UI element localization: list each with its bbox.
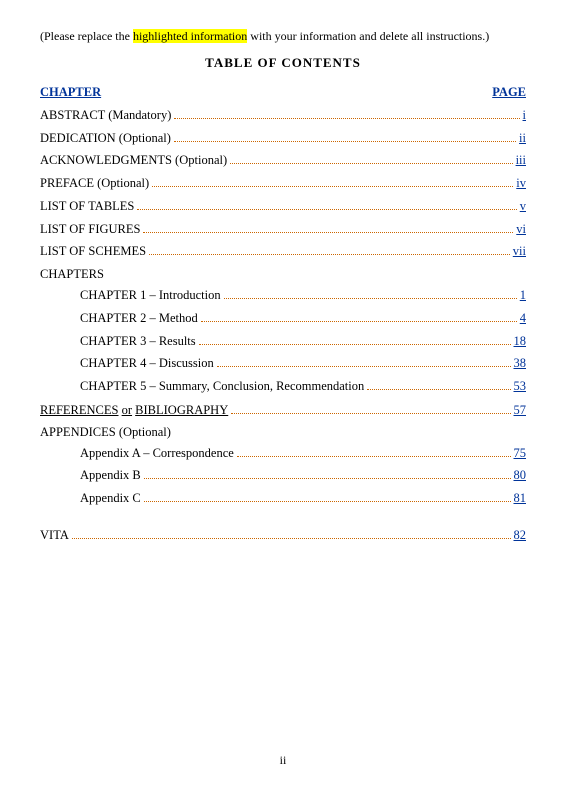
chapter2-page: 4 bbox=[520, 309, 526, 328]
toc-title: TABLE OF CONTENTS bbox=[40, 55, 526, 71]
toc-entry-appendix-b: Appendix B 80 bbox=[80, 466, 526, 485]
page: (Please replace the highlighted informat… bbox=[0, 0, 566, 786]
entry-dedication-page: ii bbox=[519, 129, 526, 148]
entry-list-tables-page: v bbox=[520, 197, 526, 216]
toc-entry-chapter3: CHAPTER 3 – Results 18 bbox=[80, 332, 526, 351]
toc-entry-appendix-a: Appendix A – Correspondence 75 bbox=[80, 444, 526, 463]
references-label: REFERENCES bbox=[40, 403, 119, 417]
chapter5-page: 53 bbox=[514, 377, 527, 396]
dots bbox=[230, 163, 512, 164]
dots bbox=[144, 501, 511, 502]
instruction-highlight: highlighted information bbox=[133, 29, 247, 43]
dots bbox=[174, 118, 519, 119]
references-page: 57 bbox=[514, 401, 527, 420]
chapter1-text: CHAPTER 1 – Introduction bbox=[80, 286, 221, 305]
dots bbox=[217, 366, 511, 367]
appendix-a-text: Appendix A – Correspondence bbox=[80, 444, 234, 463]
chapter4-text: CHAPTER 4 – Discussion bbox=[80, 354, 214, 373]
toc-entry-dedication: DEDICATION (Optional) ii bbox=[40, 129, 526, 148]
toc-entry-chapter5: CHAPTER 5 – Summary, Conclusion, Recomme… bbox=[80, 377, 526, 396]
toc-entry-preface: PREFACE (Optional) iv bbox=[40, 174, 526, 193]
toc-entry-vita: VITA 82 bbox=[40, 528, 526, 543]
entry-abstract-page: i bbox=[523, 106, 526, 125]
entry-list-figures-page: vi bbox=[516, 220, 526, 239]
dots bbox=[224, 298, 517, 299]
toc-entry-list-schemes: LIST OF SCHEMES vii bbox=[40, 242, 526, 261]
toc-entry-references: REFERENCES or BIBLIOGRAPHY 57 bbox=[40, 401, 526, 420]
bibliography-label: BIBLIOGRAPHY bbox=[135, 403, 228, 417]
chapter2-text: CHAPTER 2 – Method bbox=[80, 309, 198, 328]
instruction-after: with your information and delete all ins… bbox=[247, 29, 489, 43]
entry-preface-text: PREFACE (Optional) bbox=[40, 174, 149, 193]
entry-acknowledgments-page: iii bbox=[516, 151, 526, 170]
dots bbox=[201, 321, 517, 322]
instruction-text: (Please replace the highlighted informat… bbox=[40, 28, 526, 45]
dots bbox=[143, 232, 513, 233]
toc-entry-chapter1: CHAPTER 1 – Introduction 1 bbox=[80, 286, 526, 305]
instruction-before: (Please replace the bbox=[40, 29, 133, 43]
or-label: or bbox=[122, 403, 132, 417]
chapter5-text: CHAPTER 5 – Summary, Conclusion, Recomme… bbox=[80, 377, 364, 396]
toc-entry-chapter2: CHAPTER 2 – Method 4 bbox=[80, 309, 526, 328]
dots bbox=[72, 538, 511, 539]
toc-entry-abstract: ABSTRACT (Mandatory) i bbox=[40, 106, 526, 125]
dots bbox=[152, 186, 513, 187]
vita-page: 82 bbox=[514, 528, 527, 543]
chapter4-page: 38 bbox=[514, 354, 527, 373]
toc-entry-list-tables: LIST OF TABLES v bbox=[40, 197, 526, 216]
dots bbox=[237, 456, 511, 457]
entry-list-schemes-text: LIST OF SCHEMES bbox=[40, 242, 146, 261]
entry-acknowledgments-text: ACKNOWLEDGMENTS (Optional) bbox=[40, 151, 227, 170]
entry-list-tables-text: LIST OF TABLES bbox=[40, 197, 134, 216]
appendix-c-page: 81 bbox=[514, 489, 527, 508]
appendix-c-text: Appendix C bbox=[80, 489, 141, 508]
page-column-header: PAGE bbox=[492, 85, 526, 100]
appendices-list: Appendix A – Correspondence 75 Appendix … bbox=[40, 444, 526, 508]
chapter3-page: 18 bbox=[514, 332, 527, 351]
entry-list-schemes-page: vii bbox=[513, 242, 526, 261]
appendix-a-page: 75 bbox=[514, 444, 527, 463]
entry-abstract-text: ABSTRACT (Mandatory) bbox=[40, 106, 171, 125]
dots bbox=[137, 209, 516, 210]
dots bbox=[174, 141, 516, 142]
appendix-b-page: 80 bbox=[514, 466, 527, 485]
toc-entry-list-figures: LIST OF FIGURES vi bbox=[40, 220, 526, 239]
toc-entry-acknowledgments: ACKNOWLEDGMENTS (Optional) iii bbox=[40, 151, 526, 170]
dots bbox=[367, 389, 510, 390]
chapter1-page: 1 bbox=[520, 286, 526, 305]
appendix-b-text: Appendix B bbox=[80, 466, 141, 485]
entry-preface-page: iv bbox=[516, 174, 526, 193]
dots bbox=[144, 478, 511, 479]
references-text: REFERENCES or BIBLIOGRAPHY bbox=[40, 401, 228, 420]
toc-header-row: CHAPTER PAGE bbox=[40, 85, 526, 100]
dots bbox=[149, 254, 510, 255]
chapters-list: CHAPTER 1 – Introduction 1 CHAPTER 2 – M… bbox=[40, 286, 526, 396]
toc-entry-appendix-c: Appendix C 81 bbox=[80, 489, 526, 508]
dots bbox=[231, 413, 510, 414]
chapters-heading: CHAPTERS bbox=[40, 267, 526, 282]
appendices-heading: APPENDICES (Optional) bbox=[40, 425, 526, 440]
chapter3-text: CHAPTER 3 – Results bbox=[80, 332, 196, 351]
chapter-column-header: CHAPTER bbox=[40, 85, 101, 100]
entry-list-figures-text: LIST OF FIGURES bbox=[40, 220, 140, 239]
footer-page-number: ii bbox=[0, 753, 566, 768]
dots bbox=[199, 344, 511, 345]
vita-text: VITA bbox=[40, 528, 69, 543]
toc-entry-chapter4: CHAPTER 4 – Discussion 38 bbox=[80, 354, 526, 373]
entry-dedication-text: DEDICATION (Optional) bbox=[40, 129, 171, 148]
